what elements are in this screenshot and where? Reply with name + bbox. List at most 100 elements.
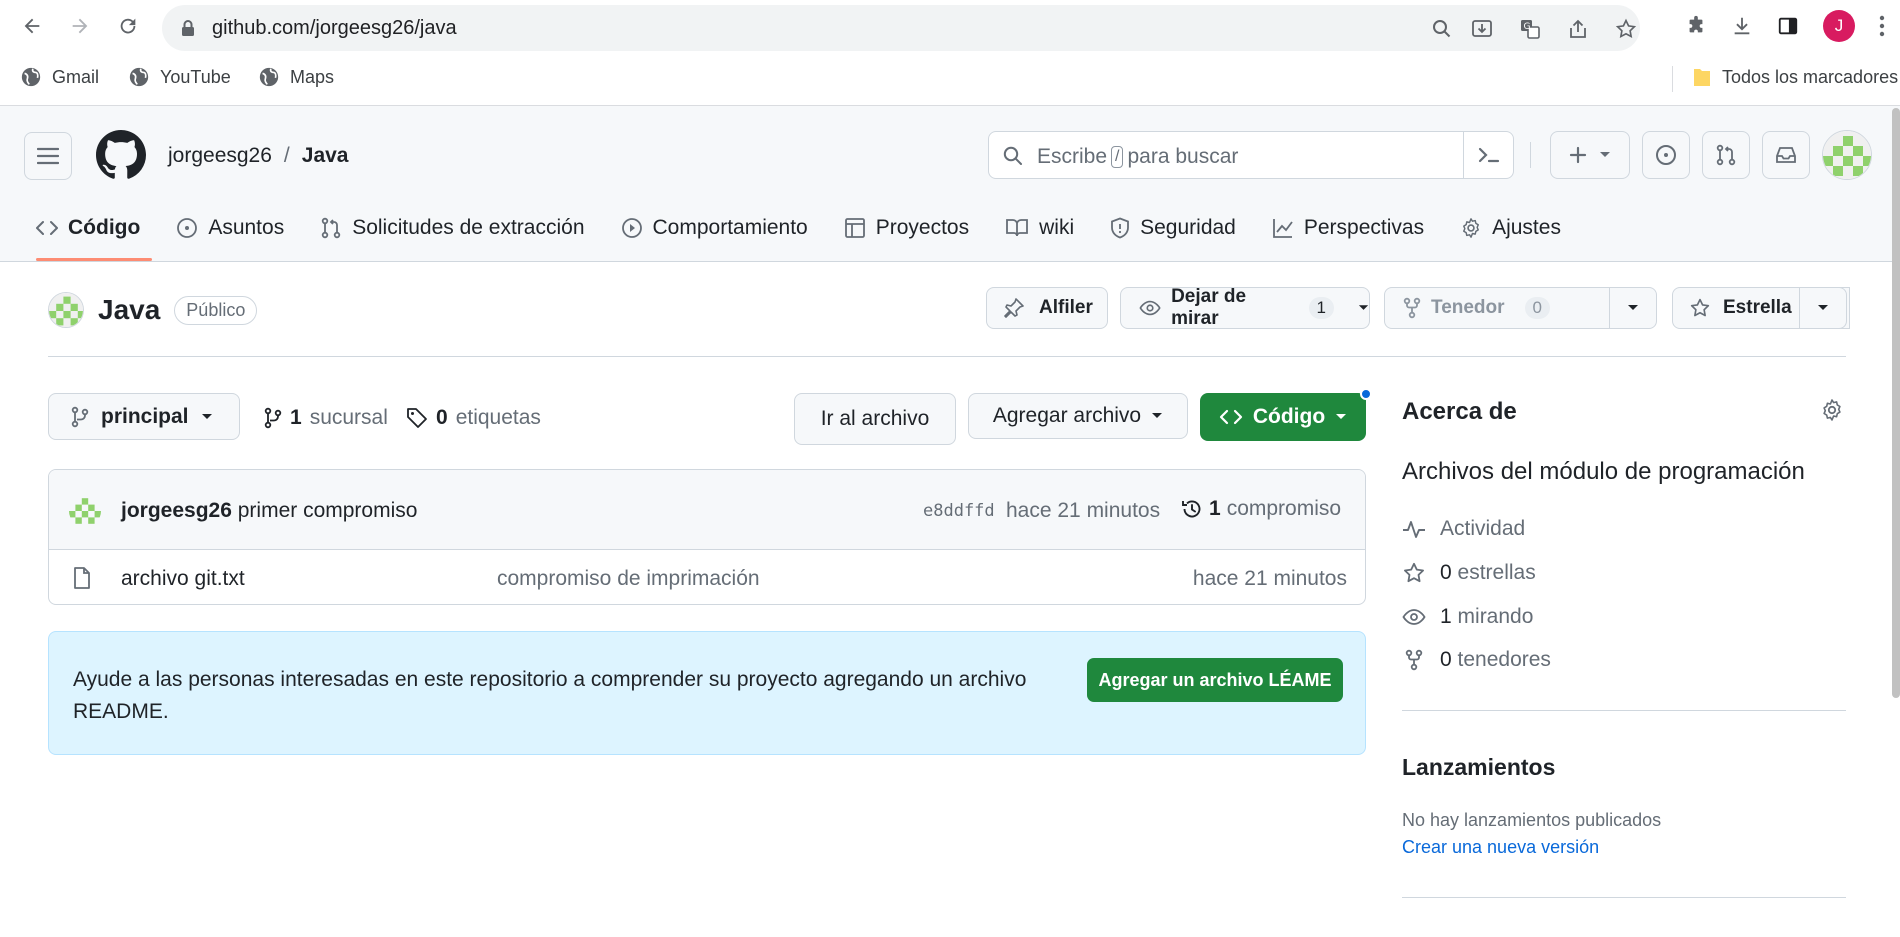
translate-icon[interactable]: G — [1517, 16, 1543, 42]
reload-icon — [120, 18, 136, 34]
search-icon — [1003, 146, 1022, 165]
create-new-button[interactable] — [1550, 131, 1630, 179]
play-icon — [621, 218, 642, 238]
lock-icon — [182, 20, 194, 36]
repo-name[interactable]: Java — [98, 294, 160, 326]
commit-text[interactable]: primer compromiso — [238, 499, 418, 522]
star-icon — [1404, 562, 1424, 583]
commit-author-avatar[interactable] — [69, 495, 101, 527]
pin-button[interactable]: Alfiler — [986, 287, 1108, 329]
terminal-icon — [1478, 147, 1499, 163]
shield-icon — [1111, 217, 1130, 239]
tags-link[interactable]: 0 etiquetas — [406, 406, 541, 430]
command-palette-button[interactable] — [1463, 132, 1513, 178]
stars-link[interactable]: 0 estrellas — [1402, 561, 1536, 585]
file-commit-message[interactable]: compromiso de imprimación — [497, 567, 760, 591]
star-dropdown-button[interactable] — [1799, 287, 1847, 329]
issue-circle-icon — [1656, 145, 1676, 165]
tab-security[interactable]: Seguridad — [1110, 204, 1254, 252]
all-bookmarks-folder[interactable]: Todos los marcadores — [1692, 66, 1898, 88]
fork-dropdown-button[interactable] — [1609, 287, 1657, 329]
identicon-icon — [69, 495, 101, 527]
goto-file-button[interactable]: Ir al archivo — [794, 393, 956, 445]
caret-down-icon — [1152, 413, 1163, 418]
share-icon[interactable] — [1565, 16, 1591, 42]
breadcrumb-repo[interactable]: Java — [302, 144, 349, 168]
commit-count: 1 — [1209, 497, 1221, 520]
sidebar-divider — [1402, 710, 1846, 711]
tab-insights[interactable]: Perspectivas — [1272, 204, 1442, 252]
forks-link[interactable]: 0 tenedores — [1402, 648, 1551, 672]
profile-avatar[interactable]: J — [1823, 10, 1855, 42]
pin-icon — [1004, 298, 1024, 318]
visibility-badge: Público — [174, 295, 258, 325]
sidebar-divider — [1402, 897, 1846, 898]
breadcrumb-separator: / — [283, 144, 290, 167]
branches-link[interactable]: 1 sucursal — [264, 406, 388, 430]
issues-button[interactable] — [1642, 131, 1690, 179]
pull-requests-button[interactable] — [1702, 131, 1750, 179]
create-release-link[interactable]: Crear una nueva versión — [1402, 837, 1599, 858]
graph-icon — [1272, 219, 1293, 238]
code-icon — [1219, 409, 1242, 425]
extensions-icon[interactable] — [1682, 12, 1710, 40]
chrome-menu-icon[interactable] — [1868, 12, 1896, 40]
search-input[interactable]: Escribe / para buscar — [988, 131, 1514, 179]
issue-icon — [177, 218, 198, 238]
file-list: jorgeesg26 primer compromiso e8ddffd hac… — [48, 469, 1366, 605]
file-name[interactable]: archivo git.txt — [121, 567, 245, 591]
unwatch-button[interactable]: Dejar de mirar 1 — [1120, 286, 1370, 329]
repo-owner-avatar — [48, 292, 84, 328]
tab-wiki[interactable]: wiki — [1005, 204, 1092, 252]
commit-time: hace 21 minutos — [1006, 499, 1161, 522]
tag-icon — [407, 408, 427, 428]
bookmark-gmail[interactable]: Gmail — [20, 66, 99, 88]
search-lens-icon[interactable] — [1429, 16, 1455, 42]
caret-down-icon — [1358, 305, 1369, 310]
side-panel-icon[interactable] — [1774, 12, 1802, 40]
forward-button[interactable] — [64, 10, 96, 42]
bookmark-star-icon[interactable] — [1613, 16, 1639, 42]
inbox-icon — [1776, 147, 1796, 163]
bookmark-youtube[interactable]: YouTube — [128, 66, 231, 88]
branch-icon — [71, 406, 89, 427]
watchers-link[interactable]: 1 mirando — [1402, 605, 1533, 629]
user-avatar[interactable] — [1822, 130, 1872, 180]
no-releases-text: No hay lanzamientos publicados — [1402, 810, 1662, 830]
hamburger-menu-button[interactable] — [24, 132, 72, 180]
add-readme-button[interactable]: Agregar un archivo LÉAME — [1087, 658, 1343, 702]
tab-pull-requests[interactable]: Solicitudes de extracción — [320, 204, 602, 252]
fork-button[interactable]: Tenedor 0 — [1384, 287, 1610, 329]
breadcrumb-owner[interactable]: jorgeesg26 — [168, 144, 272, 168]
hamburger-icon — [37, 147, 59, 165]
tab-projects[interactable]: Proyectos — [844, 204, 987, 252]
tab-settings[interactable]: Ajustes — [1460, 204, 1579, 252]
table-icon — [844, 218, 865, 238]
commit-history-link[interactable]: 1 compromiso — [1181, 497, 1341, 521]
code-dropdown-button[interactable]: Código — [1200, 393, 1366, 441]
github-logo[interactable] — [96, 130, 146, 180]
about-settings-button[interactable] — [1820, 398, 1844, 422]
tab-code[interactable]: Código — [36, 204, 158, 252]
page-scrollbar[interactable] — [1892, 108, 1900, 698]
address-bar[interactable]: github.com/jorgeesg26/java G — [162, 5, 1640, 51]
commit-sha[interactable]: e8ddffd — [923, 501, 995, 521]
inbox-button[interactable] — [1762, 131, 1810, 179]
search-placeholder: Escribe / para buscar — [1037, 145, 1239, 168]
add-file-button[interactable]: Agregar archivo — [968, 393, 1188, 439]
downloads-icon[interactable] — [1728, 12, 1756, 40]
install-app-icon[interactable] — [1469, 16, 1495, 42]
back-button[interactable] — [16, 10, 48, 42]
tab-actions[interactable]: Comportamiento — [621, 204, 826, 252]
active-tab-indicator — [36, 258, 152, 261]
tab-issues[interactable]: Asuntos — [176, 204, 302, 252]
eye-icon — [1139, 300, 1161, 316]
activity-link[interactable]: Actividad — [1402, 517, 1525, 541]
branch-selector[interactable]: principal — [48, 393, 240, 440]
bookmark-label: Maps — [290, 66, 335, 87]
caret-down-icon — [1628, 305, 1638, 310]
reload-button[interactable] — [112, 10, 144, 42]
commit-author[interactable]: jorgeesg26 — [121, 499, 232, 522]
bookmark-maps[interactable]: Maps — [258, 66, 334, 88]
releases-heading[interactable]: Lanzamientos — [1402, 754, 1555, 781]
